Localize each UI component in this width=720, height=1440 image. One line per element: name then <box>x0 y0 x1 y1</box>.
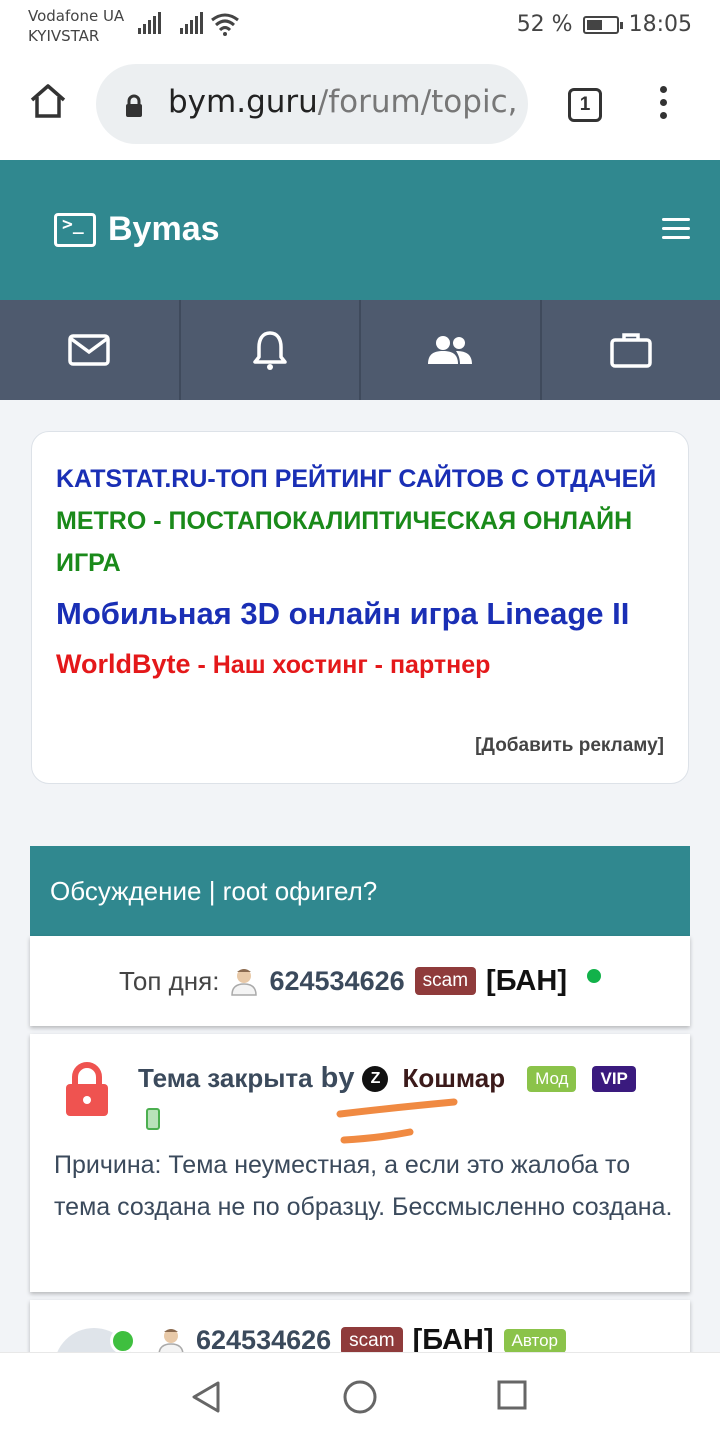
lock-icon <box>126 94 142 117</box>
topic-closed-card: Тема закрыта by Z Кошмар Мод VIP Причина… <box>30 1034 690 1292</box>
wifi-icon <box>211 13 239 36</box>
add-ad-link[interactable]: [Добавить рекламу] <box>475 735 664 757</box>
system-nav-bar <box>0 1352 720 1440</box>
url-path: /forum/topic, <box>317 84 518 120</box>
users-icon <box>428 336 473 364</box>
carrier-1: Vodafone UA <box>28 7 125 25</box>
ad-link-katstat[interactable]: KATSTAT.RU-ТОП РЕЙТИНГ САЙТОВ С ОТДАЧЕЙ <box>56 458 664 500</box>
moderator-icon: Z <box>362 1065 389 1092</box>
carrier-info: Vodafone UA KYIVSTAR <box>28 6 124 46</box>
top-day-card: Топ дня: 624534626 scam [БАН] <box>30 936 690 1026</box>
site-header: Bymas <box>0 160 720 300</box>
home-circle-icon[interactable] <box>342 1379 378 1415</box>
url-text: bym.guru/forum/topic, <box>168 84 517 120</box>
close-reason: Причина: Тема неуместная, а если это жал… <box>54 1151 673 1221</box>
home-icon[interactable] <box>28 82 68 120</box>
clock: 18:05 <box>628 12 692 37</box>
signal-1-icon <box>138 12 161 34</box>
user-avatar-icon <box>231 969 258 996</box>
online-status-dot <box>586 969 601 983</box>
recents-icon[interactable] <box>496 1379 528 1411</box>
logo-text: Bymas <box>108 210 220 248</box>
briefcase-icon <box>610 333 652 368</box>
ad-link-metro[interactable]: METRO - ПОСТАПОКАЛИПТИЧЕСКАЯ ОНЛАЙН ИГРА <box>56 500 664 584</box>
nav-users[interactable] <box>361 300 542 400</box>
url-domain: bym.guru <box>168 84 318 120</box>
author-badge: Автор <box>503 1328 567 1353</box>
padlock-icon <box>66 1062 108 1116</box>
terminal-icon <box>54 212 96 247</box>
scam-badge: scam <box>414 967 477 995</box>
carrier-2: KYIVSTAR <box>28 27 100 45</box>
orange-scribble <box>336 1098 458 1144</box>
browser-toolbar: bym.guru/forum/topic, 1 <box>0 50 720 160</box>
nav-briefcase[interactable] <box>542 300 720 400</box>
topic-closed-label: Тема закрыта <box>138 1063 313 1093</box>
top-day-label: Топ дня: <box>119 965 220 996</box>
status-bar: Vodafone UA KYIVSTAR 52 % 18:05 <box>0 0 720 50</box>
online-status-dot <box>110 1328 136 1354</box>
scam-badge: scam <box>341 1326 403 1355</box>
site-logo[interactable]: Bymas <box>54 210 220 249</box>
ad-worldbyte-text: - Наш хостинг - партнер <box>190 651 491 679</box>
bell-icon <box>253 331 287 370</box>
battery-percent: 52 % <box>516 12 573 37</box>
mail-icon <box>68 334 110 366</box>
ad-link-lineage[interactable]: Мобильная 3D онлайн игра Lineage II <box>56 588 664 640</box>
ads-block: KATSTAT.RU-ТОП РЕЙТИНГ САЙТОВ С ОТДАЧЕЙ … <box>31 431 689 784</box>
tab-switcher-button[interactable]: 1 <box>568 88 602 122</box>
ad-worldbyte-brand: WorldByte <box>56 649 191 679</box>
site-nav <box>0 300 720 400</box>
hamburger-menu-icon[interactable] <box>662 218 690 245</box>
nav-notifications[interactable] <box>181 300 361 400</box>
nav-mail[interactable] <box>0 300 181 400</box>
top-day-user[interactable]: 624534626 <box>269 966 404 997</box>
address-bar[interactable]: bym.guru/forum/topic, <box>96 64 528 144</box>
post-card: 624534626 scam [БАН] Автор <box>30 1300 690 1360</box>
signal-2-icon <box>180 12 203 34</box>
mod-badge: Мод <box>527 1065 577 1092</box>
ban-label: [БАН] <box>486 964 567 997</box>
menu-icon[interactable] <box>660 86 668 125</box>
battery-icon <box>582 15 623 34</box>
topic-title: Обсуждение | root офигел? <box>30 846 690 936</box>
mobile-device-icon <box>146 1108 160 1130</box>
back-icon[interactable] <box>188 1379 224 1415</box>
ad-link-worldbyte[interactable]: WorldByte - Наш хостинг - партнер <box>56 640 664 689</box>
user-avatar-icon <box>158 1328 184 1356</box>
vip-badge: VIP <box>592 1065 636 1092</box>
